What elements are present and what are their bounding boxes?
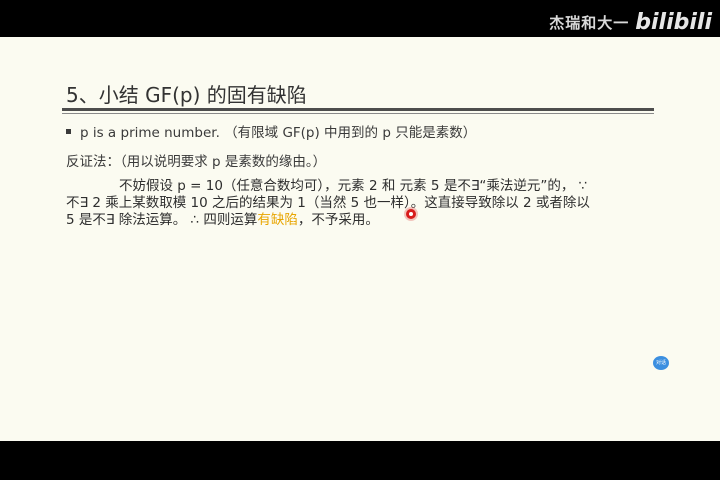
- paragraph-line-1: 不妨假设 p = 10（任意合数均可），元素 2 和 元素 5 是不∃“乘法逆元…: [119, 178, 588, 194]
- chat-bubble-icon[interactable]: 对话: [653, 356, 669, 370]
- paragraph-line-3-end: ，不予采用。: [297, 212, 379, 228]
- presentation-slide: 5、小结 GF(p) 的固有缺陷 p is a prime number. （有…: [0, 37, 720, 441]
- highlighted-term: 有缺陷: [257, 212, 298, 228]
- title-divider-thick: [62, 108, 654, 111]
- paragraph-line-2: 不∃ 2 乘上某数取模 10 之后的结果为 1（当然 5 也一样）。这直接导致除…: [66, 195, 590, 211]
- top-letterbox: 杰瑞和大一 bilibili: [0, 0, 720, 37]
- title-divider-thin: [62, 113, 654, 114]
- watermark: 杰瑞和大一 bilibili: [549, 10, 712, 35]
- paragraph-line-3: 5 是不∃ 除法运算。 ∴ 四则运算有缺陷，不予采用。: [66, 212, 666, 229]
- bullet-point: p is a prime number. （有限域 GF(p) 中用到的 p 只…: [66, 121, 476, 141]
- bullet-text: p is a prime number. （有限域 GF(p) 中用到的 p 只…: [80, 125, 477, 141]
- bullet-icon: [66, 128, 71, 134]
- proof-paragraph: 不妨假设 p = 10（任意合数均可），元素 2 和 元素 5 是不∃“乘法逆元…: [66, 178, 666, 229]
- bilibili-logo: bilibili: [635, 10, 712, 35]
- proof-heading: 反证法：（用以说明要求 p 是素数的缘由。）: [66, 154, 327, 170]
- uploader-name: 杰瑞和大一: [549, 14, 630, 32]
- video-frame: 杰瑞和大一 bilibili 5、小结 GF(p) 的固有缺陷 p is a p…: [0, 0, 720, 480]
- slide-title: 5、小结 GF(p) 的固有缺陷: [66, 83, 307, 107]
- laser-pointer-icon: [406, 209, 416, 219]
- bottom-letterbox: [0, 441, 720, 480]
- paragraph-line-3-start: 5 是不∃ 除法运算。 ∴ 四则运算: [66, 212, 258, 228]
